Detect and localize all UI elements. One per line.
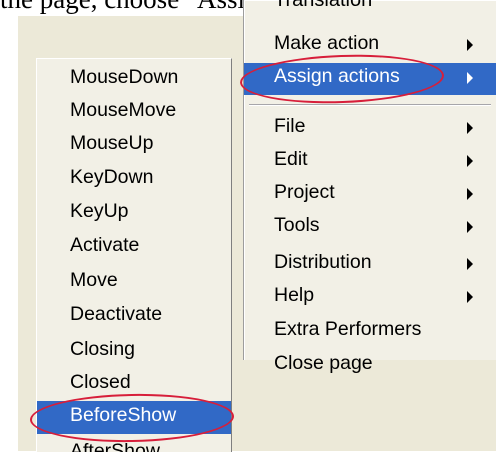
menu-item-label: Tools: [274, 214, 320, 236]
submenu-item-activate[interactable]: Activate: [37, 231, 231, 264]
menu-item-label: Distribution: [274, 251, 372, 273]
menu-item-make-action[interactable]: Make action: [244, 30, 496, 62]
submenu-item-mousemove[interactable]: MouseMove: [37, 96, 231, 129]
submenu-arrow-icon: [467, 39, 473, 51]
menu-item-translation-partial[interactable]: Translation: [274, 0, 372, 12]
menu-item-assign-actions[interactable]: Assign actions: [244, 63, 496, 95]
menu-item-label: Project: [274, 181, 335, 203]
menu-item-label: Assign actions: [274, 65, 400, 87]
submenu-item-closed[interactable]: Closed: [37, 368, 231, 401]
submenu-item-label: KeyDown: [70, 166, 154, 188]
submenu-item-mousedown[interactable]: MouseDown: [37, 63, 231, 96]
menu-item-label: Make action: [274, 32, 380, 54]
submenu-arrow-icon: [467, 122, 473, 134]
submenu-item-mouseup[interactable]: MouseUp: [37, 129, 231, 162]
menu-item-label: Close page: [274, 352, 373, 374]
submenu-item-label: MouseMove: [70, 99, 177, 121]
menu-item-tools[interactable]: Tools: [244, 212, 496, 244]
submenu-item-keyup[interactable]: KeyUp: [37, 197, 231, 230]
menu-item-extra-performers[interactable]: Extra Performers: [244, 316, 496, 348]
submenu-item-label: AfterShow: [70, 440, 160, 452]
menu-item-project[interactable]: Project: [244, 179, 496, 211]
submenu-item-keydown[interactable]: KeyDown: [37, 163, 231, 196]
assign-actions-submenu: MouseDown MouseMove MouseUp KeyDown KeyU…: [36, 58, 232, 452]
menu-item-label: File: [274, 115, 306, 137]
menu-item-label: Extra Performers: [274, 318, 422, 340]
submenu-item-label: BeforeShow: [70, 404, 177, 426]
submenu-item-deactivate[interactable]: Deactivate: [37, 300, 231, 333]
menu-item-edit[interactable]: Edit: [244, 146, 496, 178]
submenu-item-move[interactable]: Move: [37, 266, 231, 299]
menu-item-close-page[interactable]: Close page: [244, 350, 496, 382]
menu-item-help[interactable]: Help: [244, 282, 496, 314]
menu-item-label: Help: [274, 284, 315, 306]
submenu-item-label: Deactivate: [70, 303, 163, 325]
submenu-item-beforeshow[interactable]: BeforeShow: [37, 401, 231, 434]
context-menu: Translation Make action Assign actions F…: [243, 0, 496, 374]
submenu-arrow-icon: [467, 291, 473, 303]
submenu-item-label: Move: [70, 269, 118, 291]
submenu-item-closing[interactable]: Closing: [37, 335, 231, 368]
menu-separator: [249, 104, 491, 106]
submenu-arrow-icon: [467, 188, 473, 200]
submenu-item-label: Closed: [70, 371, 131, 393]
menu-item-distribution[interactable]: Distribution: [244, 249, 496, 281]
submenu-item-label: MouseUp: [70, 132, 154, 154]
menu-item-label: Edit: [274, 148, 308, 170]
submenu-item-label: MouseDown: [70, 66, 179, 88]
submenu-item-label: Closing: [70, 338, 136, 360]
submenu-arrow-icon: [467, 72, 473, 84]
submenu-item-aftershow[interactable]: AfterShow: [37, 437, 231, 452]
submenu-arrow-icon: [467, 155, 473, 167]
submenu-item-label: KeyUp: [70, 200, 129, 222]
submenu-arrow-icon: [467, 258, 473, 270]
submenu-item-label: Activate: [70, 234, 140, 256]
menu-item-file[interactable]: File: [244, 113, 496, 145]
submenu-arrow-icon: [467, 221, 473, 233]
